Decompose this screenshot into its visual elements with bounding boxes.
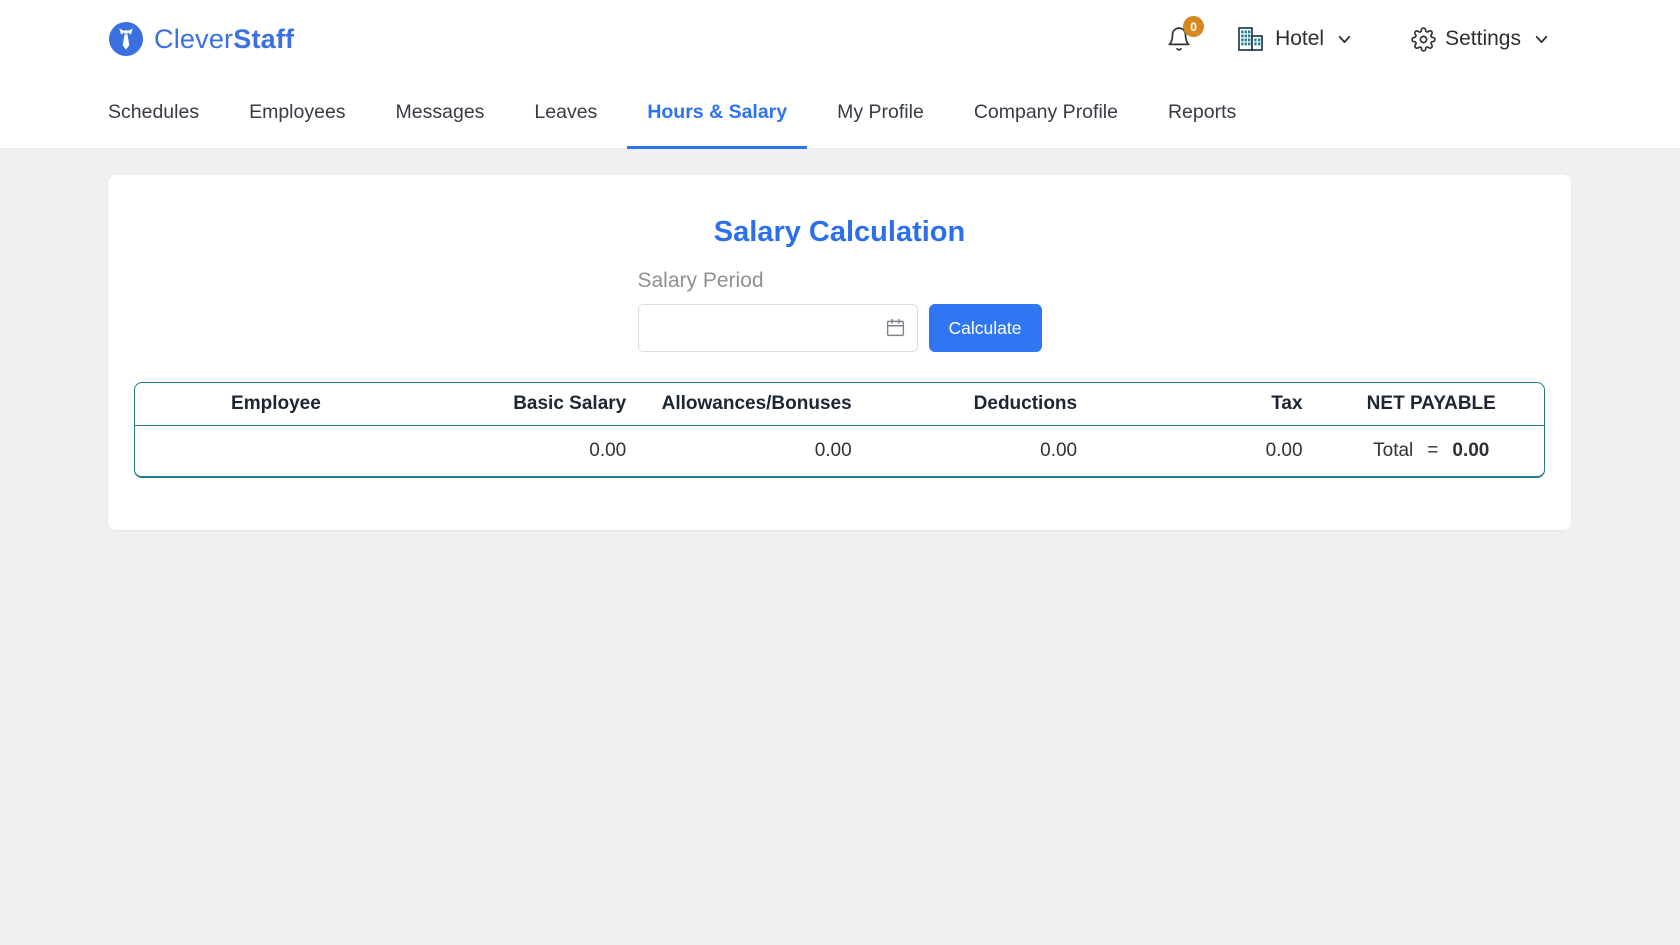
col-header-tax: Tax bbox=[1093, 393, 1318, 415]
tab-reports[interactable]: Reports bbox=[1148, 78, 1256, 149]
cell-allowances-bonuses: 0.00 bbox=[642, 440, 867, 462]
net-payable-value: 0.00 bbox=[1452, 440, 1489, 462]
tab-messages[interactable]: Messages bbox=[376, 78, 505, 149]
tab-my-profile[interactable]: My Profile bbox=[817, 78, 944, 149]
cleverstaff-logo-icon bbox=[108, 21, 144, 57]
app-logo[interactable]: CleverStaff bbox=[108, 21, 294, 57]
col-header-employee: Employee bbox=[135, 393, 417, 415]
col-header-deductions: Deductions bbox=[868, 393, 1093, 415]
settings-menu[interactable]: Settings bbox=[1411, 27, 1550, 52]
salary-period-field bbox=[638, 304, 918, 352]
chevron-down-icon bbox=[1336, 31, 1353, 48]
notification-count-badge: 0 bbox=[1183, 16, 1204, 37]
col-header-allowances-bonuses: Allowances/Bonuses bbox=[642, 393, 867, 415]
chevron-down-icon bbox=[1533, 31, 1550, 48]
app-header: CleverStaff 0 bbox=[0, 0, 1680, 78]
total-label: Total bbox=[1373, 440, 1413, 462]
logo-text-staff: Staff bbox=[233, 24, 294, 54]
tab-leaves[interactable]: Leaves bbox=[514, 78, 617, 149]
company-name-label: Hotel bbox=[1275, 27, 1324, 51]
cell-tax: 0.00 bbox=[1093, 440, 1318, 462]
tab-hours-salary[interactable]: Hours & Salary bbox=[627, 78, 807, 149]
main-nav: Schedules Employees Messages Leaves Hour… bbox=[0, 78, 1680, 149]
equals-sign: = bbox=[1427, 440, 1438, 462]
salary-period-label: Salary Period bbox=[638, 269, 1042, 293]
salary-period-form: Salary Period Calculate bbox=[638, 269, 1042, 352]
cell-deductions: 0.00 bbox=[868, 440, 1093, 462]
logo-text: CleverStaff bbox=[154, 24, 294, 55]
settings-label: Settings bbox=[1445, 27, 1521, 51]
col-header-basic-salary: Basic Salary bbox=[417, 393, 642, 415]
page-title: Salary Calculation bbox=[134, 215, 1545, 249]
calculate-button[interactable]: Calculate bbox=[929, 304, 1042, 352]
notifications-button[interactable]: 0 bbox=[1166, 26, 1192, 52]
col-header-net-payable: NET PAYABLE bbox=[1319, 393, 1544, 415]
salary-table: Employee Basic Salary Allowances/Bonuses… bbox=[134, 382, 1545, 478]
page-content: Salary Calculation Salary Period Cal bbox=[0, 149, 1680, 944]
cell-basic-salary: 0.00 bbox=[417, 440, 642, 462]
tab-employees[interactable]: Employees bbox=[229, 78, 365, 149]
cell-net-payable: Total = 0.00 bbox=[1319, 440, 1544, 462]
company-selector[interactable]: Hotel bbox=[1236, 25, 1353, 53]
logo-text-clever: Clever bbox=[154, 24, 233, 54]
gear-icon bbox=[1411, 27, 1436, 52]
salary-table-header-row: Employee Basic Salary Allowances/Bonuses… bbox=[135, 383, 1544, 426]
salary-calculation-card: Salary Calculation Salary Period Cal bbox=[108, 175, 1571, 530]
tab-company-profile[interactable]: Company Profile bbox=[954, 78, 1138, 149]
salary-period-input[interactable] bbox=[638, 304, 918, 352]
building-icon bbox=[1236, 25, 1266, 53]
tab-schedules[interactable]: Schedules bbox=[88, 78, 219, 149]
header-actions: 0 Hotel bbox=[1166, 25, 1550, 53]
table-row: 0.00 0.00 0.00 0.00 Total = 0.00 bbox=[135, 426, 1544, 476]
